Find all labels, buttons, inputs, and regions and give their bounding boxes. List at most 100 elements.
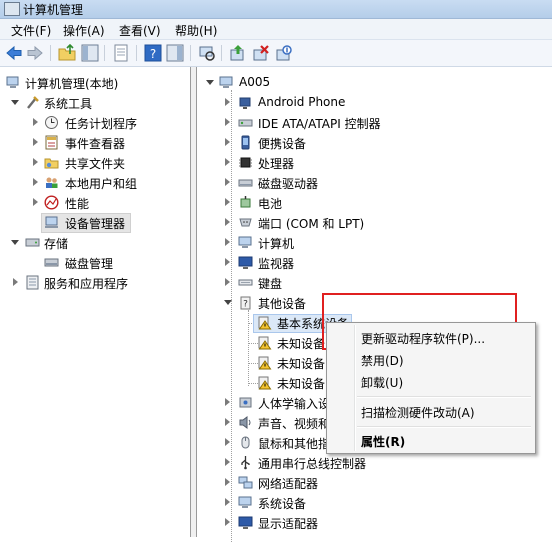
tree-label: 显示适配器 <box>258 517 319 531</box>
device-category-portable-devices[interactable]: 便携设备 <box>205 134 535 152</box>
tree-label: 本地用户和组 <box>65 177 138 191</box>
tools-icon <box>27 96 39 109</box>
tree-label: 性能 <box>65 197 90 211</box>
menu-item-disable[interactable]: 禁用(D) <box>330 348 532 370</box>
device-category-batteries[interactable]: 电池 <box>205 194 535 212</box>
tree-label: 监视器 <box>258 257 295 271</box>
device-category-display[interactable]: 显示适配器 <box>205 514 535 532</box>
menu-separator <box>357 396 531 398</box>
expand-arrow-icon[interactable] <box>225 178 230 186</box>
show-hide-action-pane-icon[interactable] <box>166 44 184 62</box>
expand-arrow-icon[interactable] <box>225 498 230 506</box>
back-arrow-icon[interactable] <box>5 44 23 62</box>
expand-arrow-icon[interactable] <box>33 198 38 206</box>
menu-item-properties[interactable]: 属性(R) <box>330 429 532 451</box>
expand-arrow-icon[interactable] <box>11 240 19 245</box>
tree-item-system-tools[interactable]: 系统工具 <box>4 94 184 112</box>
device-manager-icon <box>45 216 58 228</box>
tree-item-event-viewer[interactable]: 事件查看器 <box>4 134 184 152</box>
menu-file[interactable]: 文件(F) <box>11 22 51 39</box>
expand-arrow-icon[interactable] <box>33 118 38 126</box>
warning-device-icon <box>258 336 272 350</box>
services-icon <box>26 275 39 290</box>
expand-arrow-icon[interactable] <box>225 118 230 126</box>
scan-hardware-icon[interactable] <box>198 44 216 62</box>
menu-bar: 文件(F) 操作(A) 查看(V) 帮助(H) <box>0 19 552 40</box>
toolbar-separator <box>104 45 105 61</box>
mouse-icon <box>241 436 250 449</box>
device-category-computer[interactable]: 计算机 <box>205 234 535 252</box>
menu-action[interactable]: 操作(A) <box>63 22 105 39</box>
tree-item-services-apps[interactable]: 服务和应用程序 <box>4 274 184 292</box>
monitor-icon <box>238 256 253 269</box>
expand-arrow-icon[interactable] <box>225 458 230 466</box>
tree-label: 通用串行总线控制器 <box>258 457 367 471</box>
port-icon <box>239 218 252 227</box>
expand-arrow-icon[interactable] <box>33 178 38 186</box>
title-bar: 计算机管理 <box>0 0 552 19</box>
tree-label: A005 <box>239 75 271 89</box>
expand-arrow-icon[interactable] <box>13 278 18 286</box>
tree-label: 便携设备 <box>258 137 307 151</box>
menu-item-label: 扫描检测硬件改动(A) <box>361 406 475 420</box>
expand-arrow-icon[interactable] <box>225 438 230 446</box>
expand-arrow-icon[interactable] <box>225 418 230 426</box>
expand-arrow-icon[interactable] <box>225 158 230 166</box>
tree-item-device-manager[interactable]: 设备管理器 <box>4 214 184 232</box>
expand-arrow-icon[interactable] <box>11 100 19 105</box>
tree-item-computer-management[interactable]: 计算机管理(本地) <box>4 74 184 92</box>
device-category-processors[interactable]: 处理器 <box>205 154 535 172</box>
up-folder-icon[interactable] <box>58 44 76 62</box>
expand-arrow-icon[interactable] <box>225 238 230 246</box>
expand-arrow-icon[interactable] <box>225 138 230 146</box>
expand-arrow-icon[interactable] <box>225 478 230 486</box>
device-category-usb[interactable]: 通用串行总线控制器 <box>205 454 535 472</box>
expand-arrow-icon[interactable] <box>225 218 230 226</box>
expand-arrow-icon[interactable] <box>33 138 38 146</box>
export-list-icon[interactable] <box>112 44 130 62</box>
tree-item-shared-folders[interactable]: 共享文件夹 <box>4 154 184 172</box>
clock-icon <box>45 116 58 129</box>
expand-arrow-icon[interactable] <box>225 98 230 106</box>
tree-label: 系统设备 <box>258 497 307 511</box>
svg-text:?: ? <box>150 47 156 61</box>
expand-arrow-icon[interactable] <box>206 80 214 85</box>
hid-icon <box>239 397 252 408</box>
update-driver-icon[interactable] <box>229 44 247 62</box>
event-viewer-icon <box>45 135 58 150</box>
menu-item-uninstall[interactable]: 卸载(U) <box>330 370 532 392</box>
expand-arrow-icon[interactable] <box>225 518 230 526</box>
uninstall-device-icon[interactable] <box>252 44 270 62</box>
expand-arrow-icon[interactable] <box>33 158 38 166</box>
menu-view[interactable]: 查看(V) <box>119 22 161 39</box>
expand-arrow-icon[interactable] <box>224 300 232 305</box>
menu-item-scan-hardware[interactable]: 扫描检测硬件改动(A) <box>330 400 532 422</box>
expand-arrow-icon[interactable] <box>225 278 230 286</box>
device-category-ports[interactable]: 端口 (COM 和 LPT) <box>205 214 535 232</box>
expand-arrow-icon[interactable] <box>225 398 230 406</box>
tree-label: 计算机 <box>258 237 295 251</box>
help-icon[interactable]: ? <box>144 44 162 62</box>
forward-arrow-icon[interactable] <box>26 44 44 62</box>
disable-device-icon[interactable] <box>275 44 293 62</box>
tree-item-task-scheduler[interactable]: 任务计划程序 <box>4 114 184 132</box>
tree-item-local-users[interactable]: 本地用户和组 <box>4 174 184 192</box>
device-category-monitors[interactable]: 监视器 <box>205 254 535 272</box>
tree-item-performance[interactable]: 性能 <box>4 194 184 212</box>
device-category-network[interactable]: 网络适配器 <box>205 474 535 492</box>
device-tree-root[interactable]: A005 <box>205 74 535 92</box>
device-category-disk-drives[interactable]: 磁盘驱动器 <box>205 174 535 192</box>
menu-item-update-driver[interactable]: 更新驱动程序软件(P)... <box>330 326 532 348</box>
tree-label: 系统工具 <box>44 97 93 111</box>
expand-arrow-icon[interactable] <box>225 198 230 206</box>
show-hide-tree-icon[interactable] <box>81 44 99 62</box>
toolbar-separator <box>190 45 191 61</box>
menu-help[interactable]: 帮助(H) <box>175 22 217 39</box>
tree-item-disk-management[interactable]: 磁盘管理 <box>4 254 184 272</box>
device-category-android-phone[interactable]: Android Phone <box>205 94 535 112</box>
device-category-keyboards[interactable]: 键盘 <box>205 274 535 292</box>
expand-arrow-icon[interactable] <box>225 258 230 266</box>
tree-item-storage[interactable]: 存储 <box>4 234 184 252</box>
device-category-system-devices[interactable]: 系统设备 <box>205 494 535 512</box>
device-category-ide-ata[interactable]: IDE ATA/ATAPI 控制器 <box>205 114 535 132</box>
